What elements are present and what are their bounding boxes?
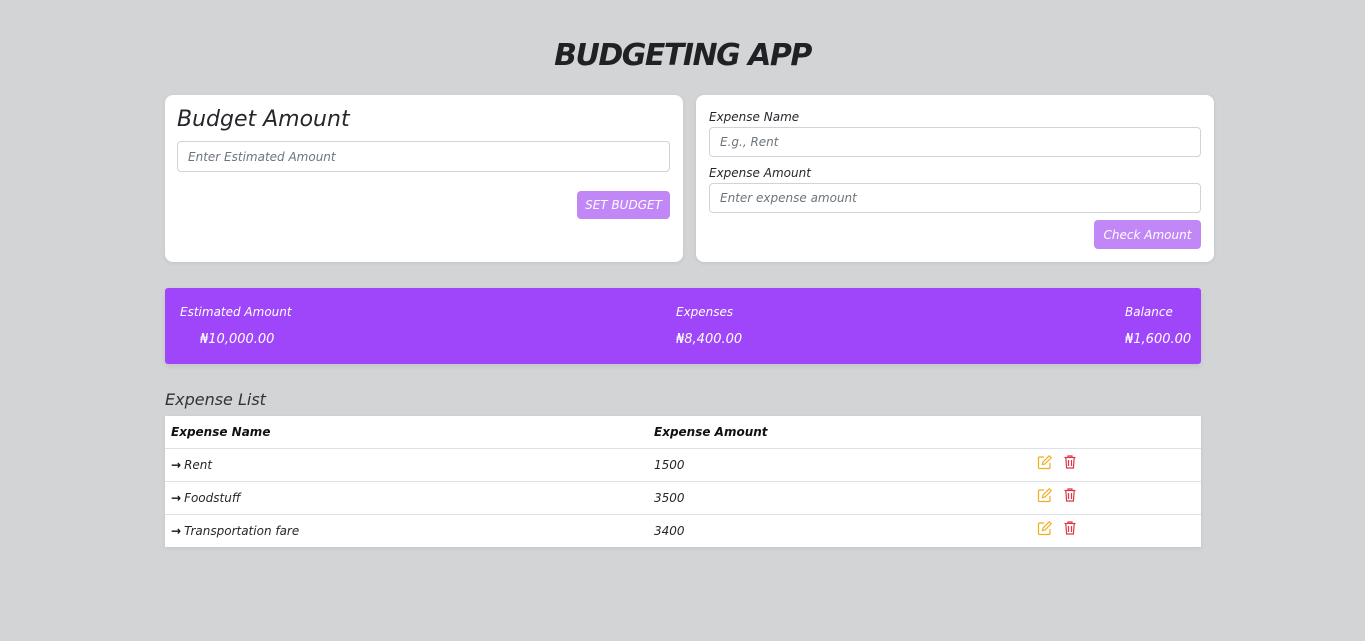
table-row: → Transportation fare 3400 <box>165 515 1201 547</box>
column-header-expense-name: Expense Name <box>171 425 271 439</box>
expenses-value: ₦8,400.00 <box>676 332 743 347</box>
expense-name-cell: → Rent <box>171 449 212 481</box>
expense-form-card: Expense Name Expense Amount Check Amount <box>696 95 1214 262</box>
budget-amount-input[interactable] <box>177 141 670 172</box>
edit-icon[interactable] <box>1037 487 1053 503</box>
table-row: → Rent 1500 <box>165 449 1201 482</box>
budget-summary-bar: Estimated Amount ₦10,000.00 Expenses ₦8,… <box>165 288 1201 364</box>
expense-name-cell: → Foodstuff <box>171 482 241 514</box>
row-actions <box>1037 454 1078 470</box>
expense-name-text: Transportation fare <box>184 524 300 538</box>
column-header-expense-amount: Expense Amount <box>654 425 768 439</box>
expense-amount-input[interactable] <box>709 183 1201 213</box>
expense-name-cell: → Transportation fare <box>171 515 299 547</box>
table-row: → Foodstuff 3500 <box>165 482 1201 515</box>
trash-icon[interactable] <box>1062 487 1078 503</box>
balance-label: Balance <box>1125 305 1173 319</box>
expense-amount-cell: 1500 <box>654 458 685 472</box>
arrow-right-icon: → <box>171 458 182 472</box>
edit-icon[interactable] <box>1037 454 1053 470</box>
row-actions <box>1037 520 1078 536</box>
expense-table: Expense Name Expense Amount → Rent 1500 →… <box>165 416 1201 547</box>
expense-amount-cell: 3500 <box>654 491 685 505</box>
budget-heading: Budget Amount <box>177 107 350 132</box>
estimated-amount-value: ₦10,000.00 <box>200 332 275 347</box>
trash-icon[interactable] <box>1062 520 1078 536</box>
estimated-amount-label: Estimated Amount <box>180 305 292 319</box>
expense-amount-label: Expense Amount <box>709 166 811 180</box>
expense-name-input[interactable] <box>709 127 1201 157</box>
arrow-right-icon: → <box>171 524 182 538</box>
budget-card: Budget Amount SET BUDGET <box>165 95 683 262</box>
expenses-label: Expenses <box>676 305 734 319</box>
expense-name-text: Foodstuff <box>184 491 241 505</box>
expense-amount-cell: 3400 <box>654 524 685 538</box>
row-actions <box>1037 487 1078 503</box>
edit-icon[interactable] <box>1037 520 1053 536</box>
check-amount-button[interactable]: Check Amount <box>1094 220 1201 249</box>
table-header-row: Expense Name Expense Amount <box>165 416 1201 449</box>
arrow-right-icon: → <box>171 491 182 505</box>
balance-value: ₦1,600.00 <box>1125 332 1192 347</box>
trash-icon[interactable] <box>1062 454 1078 470</box>
expense-name-label: Expense Name <box>709 110 800 124</box>
app-title: BUDGETING APP <box>554 38 812 73</box>
expense-name-text: Rent <box>184 458 213 472</box>
expense-list-heading: Expense List <box>165 390 266 409</box>
set-budget-button[interactable]: SET BUDGET <box>577 191 670 219</box>
